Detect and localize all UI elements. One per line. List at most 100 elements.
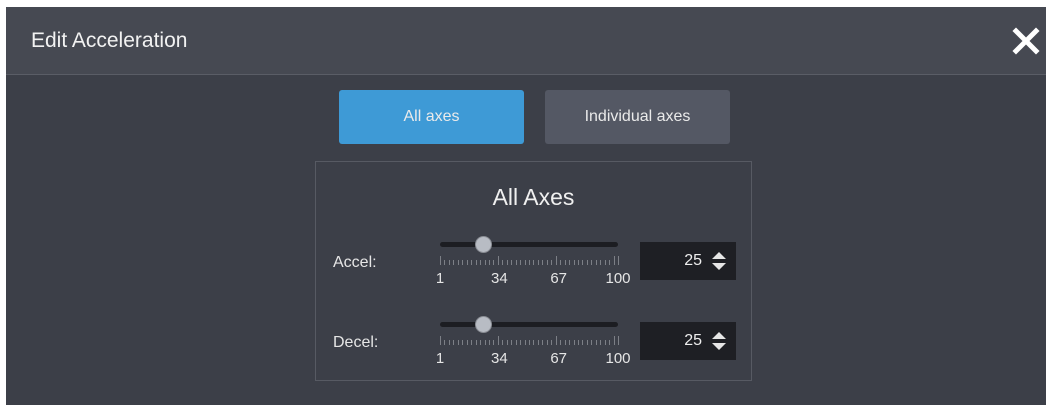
accel-slider-tick — [488, 260, 490, 265]
decel-value-spinner[interactable]: 25 — [640, 322, 736, 360]
tab-all-axes-label: All axes — [403, 108, 460, 125]
accel-slider-tick — [520, 260, 522, 265]
accel-slider-tick — [484, 260, 486, 265]
accel-slider-tick — [471, 260, 473, 265]
accel-row: Accel: 1 34 67 100 25 — [316, 234, 751, 314]
decel-slider-tick — [475, 340, 477, 345]
decel-slider-thumb[interactable] — [475, 316, 493, 333]
decel-slider-tick — [591, 340, 593, 345]
accel-slider-tick — [560, 260, 562, 265]
panel-title: All Axes — [492, 184, 575, 210]
accel-slider-tick — [555, 256, 557, 265]
accel-slider-tick — [546, 260, 548, 265]
accel-slider-tick — [577, 260, 579, 265]
up-down-arrows-icon[interactable] — [711, 331, 727, 351]
decel-slider-tick — [497, 336, 499, 345]
decel-slider-tick — [457, 340, 459, 345]
accel-slider-tick — [537, 260, 539, 265]
decel-slider-tick — [533, 340, 535, 345]
accel-slider-tick — [609, 260, 611, 265]
accel-slider-tick — [604, 260, 606, 265]
accel-slider-tick — [497, 256, 499, 265]
decel-slider-tick — [586, 340, 588, 345]
accel-slider-tick — [618, 256, 619, 265]
decel-slider-tick — [529, 340, 530, 345]
decel-value[interactable]: 25 — [684, 332, 702, 350]
accel-slider-tick — [586, 260, 588, 265]
accel-value[interactable]: 25 — [684, 252, 702, 270]
decel-slider-tick — [444, 340, 446, 345]
decel-slider-tick — [506, 340, 508, 345]
accel-slider-tick — [569, 260, 571, 265]
accel-slider-tick — [595, 260, 597, 265]
accel-slider-tick — [466, 260, 468, 265]
decel-slider-tick — [573, 340, 575, 345]
accel-tick-label-67: 67 — [550, 270, 567, 287]
decel-slider-tick — [613, 336, 615, 345]
tab-individual-axes[interactable]: Individual axes — [545, 90, 730, 144]
accel-slider-tick — [457, 260, 459, 265]
accel-slider-tick — [551, 260, 553, 265]
accel-tick-label-100: 100 — [605, 270, 631, 287]
decel-slider-tick — [520, 340, 522, 345]
accel-slider-tick — [524, 260, 526, 265]
decel-slider-tick — [560, 340, 562, 345]
decel-tick-label-1: 1 — [435, 350, 445, 367]
accel-slider-tick — [480, 260, 482, 265]
tab-all-axes[interactable]: All axes — [339, 90, 524, 144]
accel-tick-label-34: 34 — [490, 270, 508, 287]
accel-slider-tick — [613, 256, 615, 265]
accel-slider-tick — [573, 260, 575, 265]
decel-label: Decel: — [333, 334, 379, 351]
decel-slider-tick — [555, 336, 557, 345]
accel-slider-tick — [515, 260, 517, 265]
decel-slider-tick — [577, 340, 579, 345]
edit-acceleration-dialog: Edit Acceleration All axes Individual ax… — [6, 7, 1046, 405]
accel-slider-tick — [564, 260, 566, 265]
decel-slider-tick — [537, 340, 539, 345]
accel-slider-tick — [529, 260, 530, 265]
accel-tick-label-1: 1 — [435, 270, 445, 287]
accel-value-spinner[interactable]: 25 — [640, 242, 736, 280]
decel-slider-tick — [453, 340, 455, 345]
dialog-title: Edit Acceleration — [31, 29, 188, 52]
up-down-arrows-icon[interactable] — [711, 251, 727, 271]
decel-slider-tick — [609, 340, 611, 345]
accel-slider-tick — [511, 260, 513, 265]
decel-slider-tick — [493, 340, 495, 345]
decel-slider-tick — [480, 340, 482, 345]
tab-individual-axes-label: Individual axes — [584, 108, 691, 125]
accel-slider-tick — [462, 260, 464, 265]
decel-row: Decel: 1 34 67 100 25 — [316, 314, 751, 394]
accel-slider-tick — [542, 260, 544, 265]
all-axes-panel: All Axes Accel: 1 34 67 100 25 Decel: 1 … — [315, 161, 752, 381]
decel-slider-tick — [582, 340, 584, 345]
decel-slider[interactable]: 1 34 67 100 — [434, 314, 631, 384]
decel-slider-tick — [511, 340, 513, 345]
decel-slider-track[interactable] — [440, 322, 618, 327]
accel-slider-tick — [475, 260, 477, 265]
accel-slider-tick — [493, 260, 495, 265]
accel-slider-tick — [582, 260, 584, 265]
decel-slider-tick — [595, 340, 597, 345]
decel-slider-tick — [524, 340, 526, 345]
decel-slider-tick — [466, 340, 468, 345]
accel-slider-tick — [506, 260, 508, 265]
decel-slider-tick — [618, 336, 619, 345]
decel-slider-tick — [502, 340, 504, 345]
accel-slider-thumb[interactable] — [475, 236, 493, 253]
decel-slider-tick — [440, 336, 441, 345]
decel-slider-tick — [600, 340, 602, 345]
decel-slider-tick — [604, 340, 606, 345]
accel-slider-track[interactable] — [440, 242, 618, 247]
decel-slider-tick — [448, 340, 450, 345]
accel-slider-ticks — [440, 256, 619, 266]
accel-slider-tick — [448, 260, 450, 265]
close-icon[interactable] — [1010, 25, 1042, 57]
decel-tick-label-100: 100 — [605, 350, 631, 367]
accel-slider[interactable]: 1 34 67 100 — [434, 234, 631, 304]
accel-slider-tick — [444, 260, 446, 265]
accel-slider-tick — [440, 256, 441, 265]
decel-slider-tick — [542, 340, 544, 345]
dialog-titlebar: Edit Acceleration — [6, 7, 1046, 75]
